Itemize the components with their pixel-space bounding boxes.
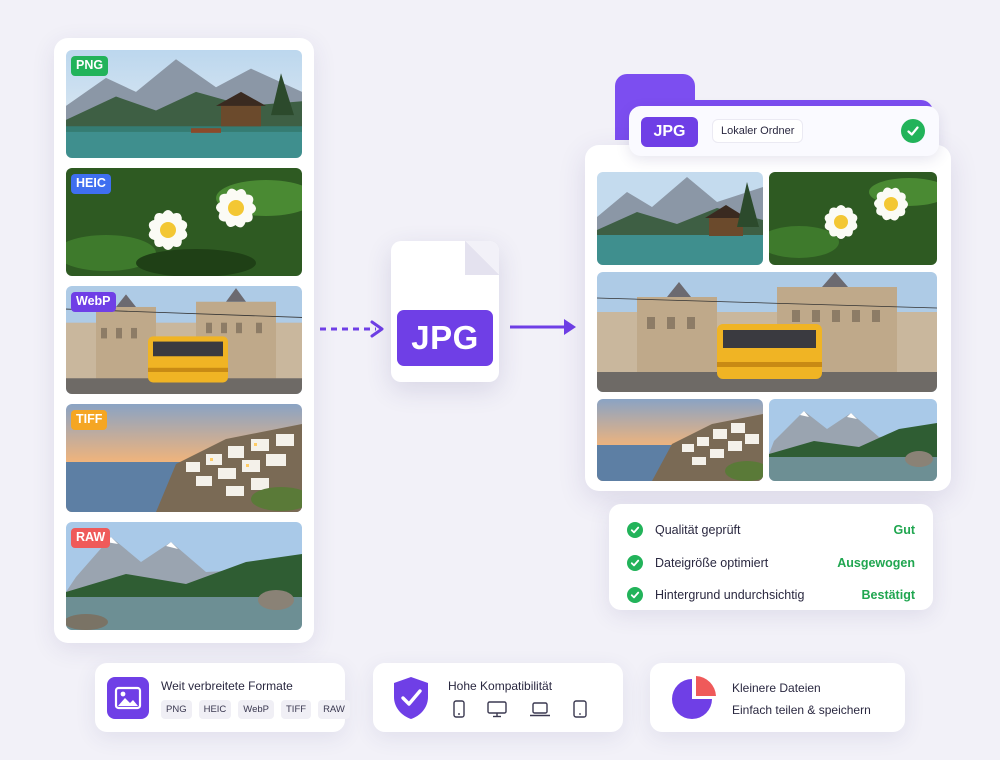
- plumeria-flowers-photo: [769, 172, 937, 265]
- lake-cabin-photo: [597, 172, 763, 265]
- format-chip: HEIC: [198, 700, 232, 719]
- check-value: Ausgewogen: [837, 555, 915, 570]
- output-image-city-tram[interactable]: [597, 272, 937, 392]
- document-fold: [465, 241, 499, 275]
- format-badge-webp: WebP: [71, 292, 116, 312]
- city-tram-photo: [597, 272, 937, 392]
- source-image-webp[interactable]: WebP: [66, 286, 302, 394]
- format-badge-heic: HEIC: [71, 174, 111, 194]
- feature-card-smaller-files: Kleinere Dateien Einfach teilen & speich…: [650, 663, 905, 732]
- feature-subtitle: Einfach teilen & speichern: [732, 703, 871, 717]
- output-image-mountain-lake[interactable]: [769, 399, 937, 481]
- source-image-heic[interactable]: HEIC: [66, 168, 302, 276]
- laptop-icon: [530, 701, 550, 716]
- check-value: Bestätigt: [861, 588, 915, 603]
- feature-card-formats: Weit verbreitete Formate PNG HEIC WebP T…: [95, 663, 350, 732]
- output-folder: [585, 145, 951, 491]
- feature-card-compatibility: Hohe Kompatibilität: [373, 663, 623, 732]
- folder-location-chip[interactable]: Lokaler Ordner: [712, 119, 804, 143]
- image-icon: [107, 677, 149, 719]
- device-icons: [453, 700, 587, 718]
- feature-title: Hohe Kompatibilität: [448, 679, 553, 693]
- check-row-filesize: Dateigröße optimiert Ausgewogen: [627, 547, 915, 580]
- folder-format-badge: JPG: [641, 117, 698, 147]
- source-image-tiff[interactable]: TIFF: [66, 404, 302, 512]
- source-images-panel: PNG HEIC WebP TIFF RAW: [54, 38, 314, 643]
- jpg-document-icon: JPG: [391, 241, 499, 382]
- folder-header: JPG Lokaler Ordner: [629, 106, 939, 156]
- format-chip: TIFF: [281, 700, 312, 719]
- check-value: Gut: [893, 523, 915, 538]
- output-image-coastal-village[interactable]: [597, 399, 763, 481]
- check-circle-icon: [627, 554, 643, 571]
- format-badge-tiff: TIFF: [71, 410, 108, 430]
- source-image-raw[interactable]: RAW: [66, 522, 302, 630]
- check-row-background: Hintergrund undurchsichtig Bestätigt: [627, 579, 915, 612]
- feature-title: Weit verbreitete Formate: [161, 679, 293, 693]
- check-row-quality: Qualität geprüft Gut: [627, 514, 915, 547]
- format-chip: RAW: [318, 700, 350, 719]
- format-badge-raw: RAW: [71, 528, 111, 548]
- check-circle-icon: [627, 587, 643, 604]
- monitor-icon: [487, 700, 507, 717]
- format-chip: PNG: [161, 700, 192, 719]
- check-label: Hintergrund undurchsichtig: [655, 588, 805, 603]
- check-circle-icon: [627, 522, 643, 539]
- feature-title: Kleinere Dateien: [732, 681, 821, 695]
- shield-check-icon: [394, 677, 428, 719]
- smartphone-icon: [453, 700, 465, 718]
- mountain-lake-photo: [769, 399, 937, 481]
- coastal-village-photo: [597, 399, 763, 481]
- check-label: Dateigröße optimiert: [655, 555, 769, 570]
- output-image-flowers[interactable]: [769, 172, 937, 265]
- tablet-icon: [573, 700, 587, 718]
- source-image-png[interactable]: PNG: [66, 50, 302, 158]
- quality-checks-panel: Qualität geprüft Gut Dateigröße optimier…: [609, 504, 933, 610]
- solid-arrow-icon: [510, 319, 576, 335]
- output-image-lake-cabin[interactable]: [597, 172, 763, 265]
- format-badge-png: PNG: [71, 56, 109, 76]
- check-circle-icon: [901, 119, 925, 143]
- format-chip: WebP: [238, 700, 274, 719]
- format-chips: PNG HEIC WebP TIFF RAW: [161, 700, 350, 719]
- dashed-arrow-icon: [320, 320, 384, 338]
- converter-label: JPG: [397, 310, 493, 366]
- pie-chart-icon: [672, 676, 716, 719]
- check-label: Qualität geprüft: [655, 523, 741, 538]
